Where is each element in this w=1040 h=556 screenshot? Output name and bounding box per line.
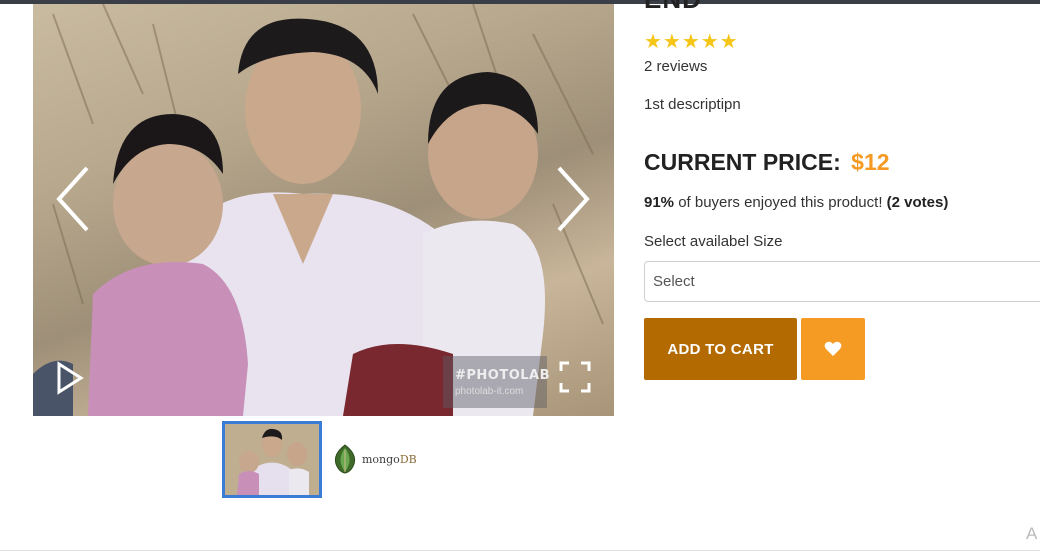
reviews-link[interactable]: 2 reviews	[644, 58, 707, 75]
thumbnail-mongodb[interactable]: mongoDB	[322, 421, 422, 498]
price-row: CURRENT PRICE: $12	[644, 149, 890, 176]
chevron-right-icon	[557, 166, 590, 232]
mongodb-word-mongo: mongo	[362, 452, 400, 466]
rating-text: of buyers enjoyed this product!	[674, 194, 887, 211]
star-rating: ★★★★★	[644, 31, 739, 53]
product-photo	[33, 4, 604, 416]
rating-percent: 91%	[644, 194, 675, 211]
play-slideshow-button[interactable]	[55, 360, 85, 396]
product-title: END	[644, 0, 702, 15]
buyer-satisfaction: 91% of buyers enjoyed this product! (2 v…	[644, 194, 948, 211]
size-label: Select availabel Size	[644, 233, 783, 250]
bottom-divider	[0, 550, 1040, 551]
chevron-left-icon	[56, 166, 89, 232]
product-description: 1st descriptipn	[644, 96, 741, 113]
size-select-value: Select	[653, 273, 695, 290]
previous-image-button[interactable]	[51, 164, 95, 234]
add-to-cart-button[interactable]: ADD TO CART	[644, 318, 797, 380]
fullscreen-button[interactable]	[558, 360, 592, 394]
thumbnail-photo-image	[225, 423, 319, 495]
thumbnail-strip: mongoDB	[222, 420, 422, 498]
heart-icon	[824, 341, 842, 356]
mongodb-logo-text: mongoDB	[362, 453, 417, 466]
wishlist-button[interactable]	[801, 318, 865, 380]
price-label: CURRENT PRICE:	[644, 149, 841, 175]
mongodb-word-db: DB	[399, 452, 417, 466]
play-icon	[57, 361, 84, 395]
thumbnail-photo[interactable]	[222, 420, 322, 498]
photolab-watermark: #PHOTOLAB photolab-it.com	[443, 356, 551, 408]
rating-votes: (2 votes)	[886, 194, 949, 211]
size-select[interactable]: Select	[644, 261, 1040, 302]
watermark-title: #PHOTOLAB	[455, 368, 551, 383]
product-image-gallery[interactable]: #PHOTOLAB photolab-it.com	[33, 4, 614, 416]
fullscreen-icon	[559, 361, 591, 393]
price-value: $12	[851, 149, 890, 175]
watermark-url: photolab-it.com	[455, 386, 524, 397]
corner-text: A	[1026, 524, 1038, 543]
next-image-button[interactable]	[551, 164, 595, 234]
mongodb-leaf-icon	[334, 444, 356, 474]
